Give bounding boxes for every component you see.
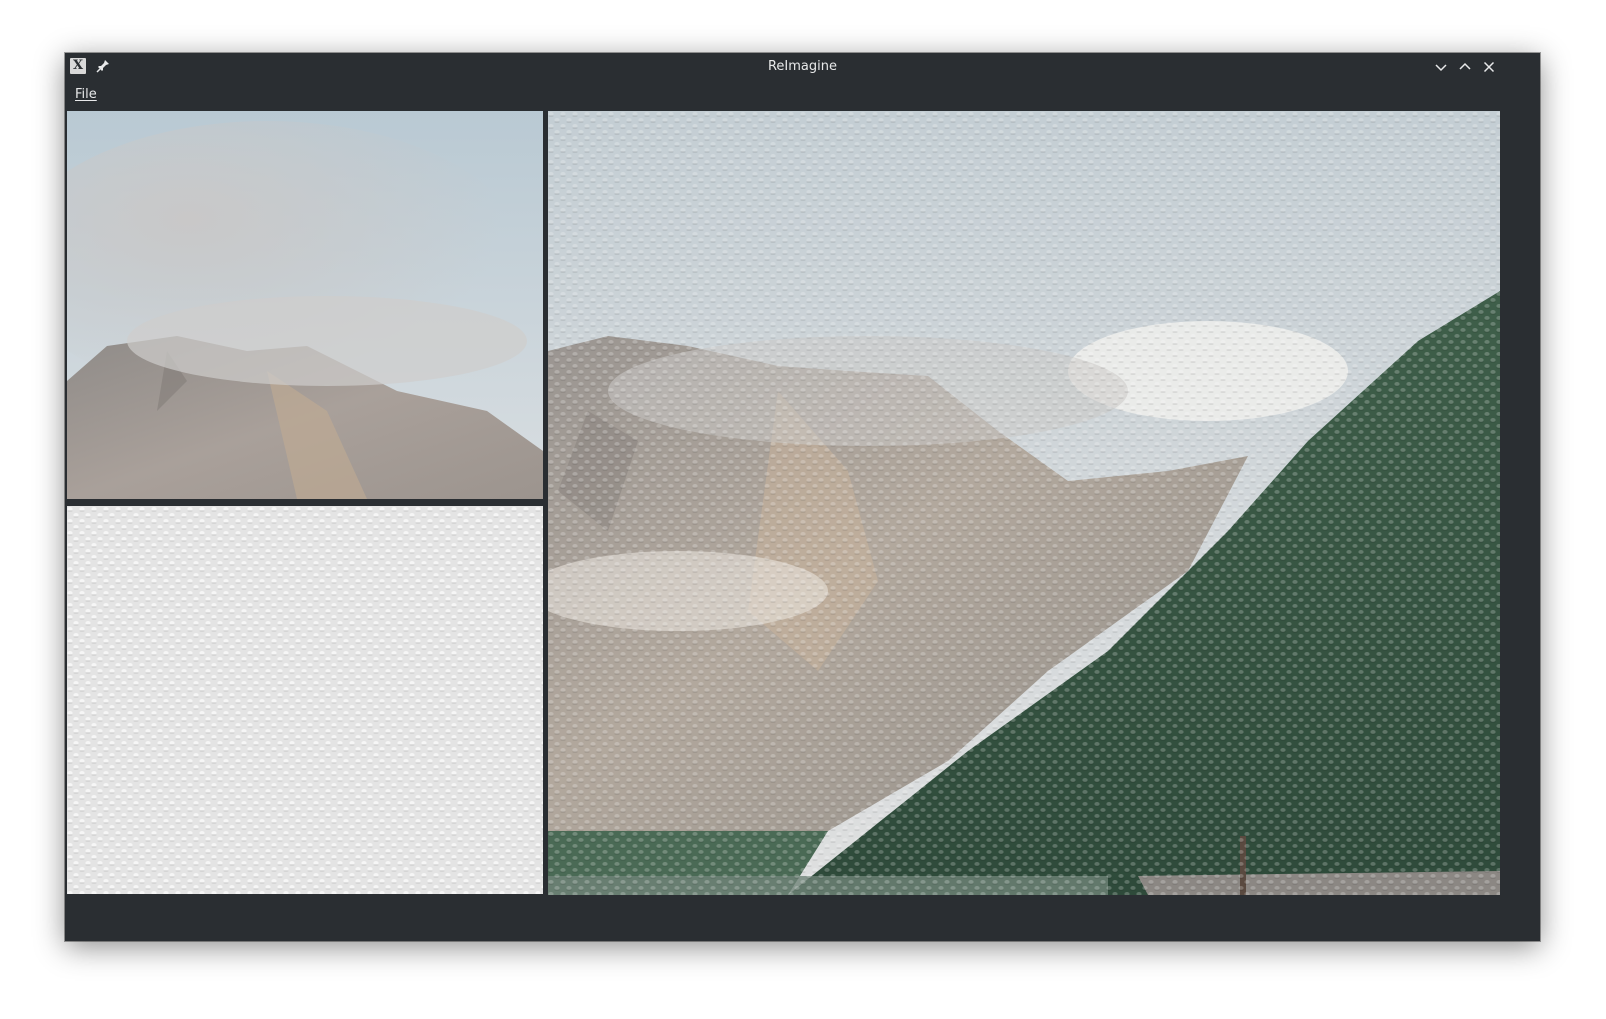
content-image-pane[interactable] [67,111,543,499]
maximize-icon[interactable] [1455,57,1475,77]
app-window: X ReImagine File [65,53,1540,941]
stylized-mountain-lake [548,111,1500,895]
style-image-pane[interactable] [67,506,543,894]
window-title: ReImagine [767,59,837,74]
close-icon[interactable] [1479,57,1499,77]
canvas-texture [67,506,543,894]
title-bar[interactable]: X ReImagine [65,53,1540,81]
menu-file[interactable]: File [75,81,97,109]
mountain-photo [67,111,543,499]
output-image-pane[interactable] [548,111,1500,895]
status-bar [65,915,1540,941]
menu-bar: File [65,81,1540,109]
minimize-icon[interactable] [1431,57,1451,77]
